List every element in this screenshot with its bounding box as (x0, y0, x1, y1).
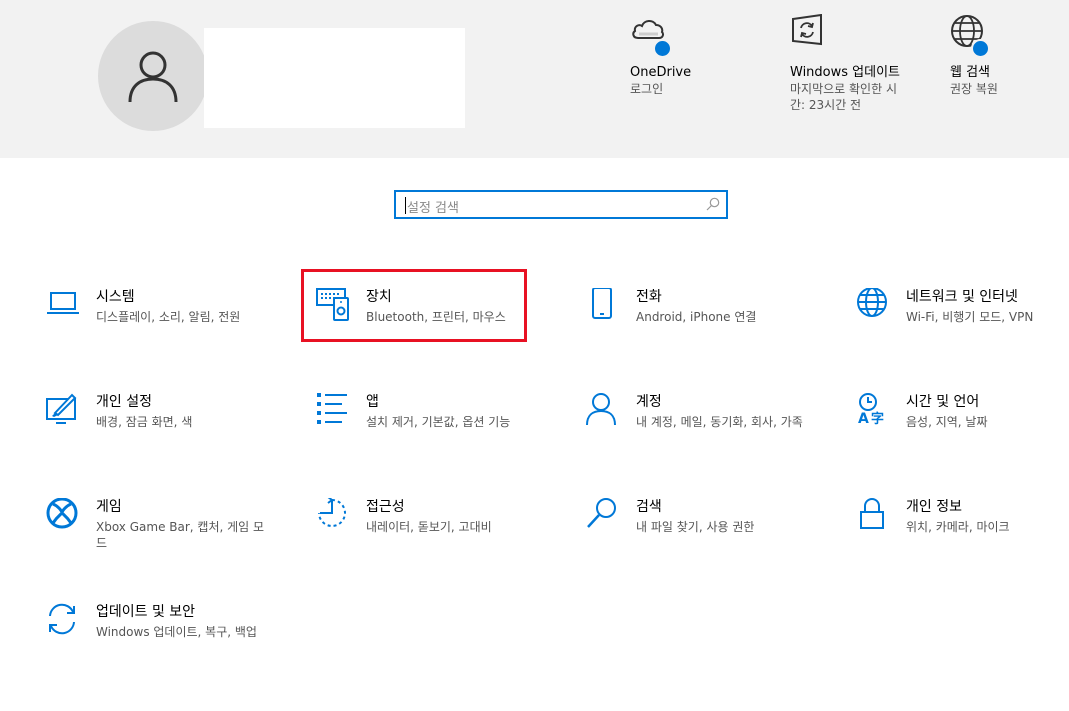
search-icon (587, 498, 616, 528)
search-placeholder: 설정 검색 (407, 201, 459, 216)
category-gaming[interactable]: 게임 Xbox Game Bar, 캡처, 게임 모드 (46, 498, 296, 568)
apps-list-icon (317, 393, 347, 424)
category-subtitle: 내 파일 찾기, 사용 권한 (636, 520, 755, 534)
category-title: 업데이트 및 보안 (96, 604, 196, 620)
category-subtitle: 위치, 카메라, 마이크 (906, 520, 1010, 534)
category-title: 시간 및 언어 (906, 394, 980, 410)
highlight-box (301, 269, 527, 342)
category-accounts[interactable]: 계정 내 계정, 메일, 동기화, 회사, 가족 (586, 393, 836, 463)
globe-icon (950, 12, 990, 58)
web-search-sub: 권장 복원 (950, 82, 998, 96)
svg-text:A: A (858, 411, 869, 427)
onedrive-cloud-icon (630, 12, 672, 58)
category-time-language[interactable]: A 字 시간 및 언어 음성, 지역, 날짜 (856, 393, 1069, 463)
category-personalization[interactable]: 개인 설정 배경, 잠금 화면, 색 (46, 393, 296, 463)
user-avatar[interactable] (98, 21, 208, 131)
user-avatar-icon (128, 51, 178, 103)
category-title: 시스템 (96, 289, 135, 305)
category-network[interactable]: 네트워크 및 인터넷 Wi-Fi, 비행기 모드, VPN (856, 288, 1069, 358)
category-subtitle: 설치 제거, 기본값, 옵션 기능 (366, 415, 511, 429)
category-title: 앱 (366, 394, 379, 410)
onedrive-sub: 로그인 (630, 82, 664, 96)
category-title: 개인 정보 (906, 499, 962, 515)
category-update-security[interactable]: 업데이트 및 보안 Windows 업데이트, 복구, 백업 (46, 603, 296, 673)
category-ease-of-access[interactable]: 접근성 내레이터, 돋보기, 고대비 (316, 498, 566, 568)
status-dot (653, 39, 672, 58)
category-subtitle: 음성, 지역, 날짜 (906, 415, 988, 429)
globe-icon (857, 288, 887, 317)
laptop-icon (47, 292, 79, 314)
search-icon (706, 197, 720, 211)
user-name-box (204, 28, 465, 128)
category-phone[interactable]: 전화 Android, iPhone 연결 (586, 288, 836, 358)
category-title: 접근성 (366, 499, 405, 515)
status-dot (971, 39, 990, 58)
category-title: 전화 (636, 289, 662, 305)
lock-icon (860, 498, 884, 529)
category-search[interactable]: 검색 내 파일 찾기, 사용 권한 (586, 498, 836, 568)
category-subtitle: 디스플레이, 소리, 알림, 전원 (96, 310, 241, 324)
category-subtitle: Xbox Game Bar, 캡처, 게임 모드 (96, 520, 265, 550)
web-search-item[interactable]: 웹 검색 권장 복원 (950, 12, 998, 97)
settings-search-box[interactable]: 설정 검색 (394, 190, 728, 219)
personalization-icon (46, 393, 77, 424)
ease-of-access-icon (318, 498, 346, 527)
update-icon (49, 603, 75, 635)
web-search-title: 웹 검색 (950, 65, 991, 80)
category-privacy[interactable]: 개인 정보 위치, 카메라, 마이크 (856, 498, 1069, 568)
windows-update-title: Windows 업데이트 (790, 65, 901, 80)
category-subtitle: 배경, 잠금 화면, 색 (96, 415, 193, 429)
text-caret (405, 197, 406, 214)
time-language-icon: A 字 (858, 393, 884, 427)
category-title: 검색 (636, 499, 662, 515)
person-icon (586, 393, 616, 426)
account-header: OneDrive 로그인 Windows 업데이트 마지막으로 확인한 시간: … (0, 0, 1069, 158)
windows-update-item[interactable]: Windows 업데이트 마지막으로 확인한 시간: 23시간 전 (790, 12, 905, 113)
onedrive-item[interactable]: OneDrive 로그인 (630, 12, 691, 97)
category-subtitle: Windows 업데이트, 복구, 백업 (96, 625, 257, 639)
category-title: 계정 (636, 394, 662, 410)
windows-update-sub: 마지막으로 확인한 시간: 23시간 전 (790, 82, 897, 112)
category-subtitle: 내 계정, 메일, 동기화, 회사, 가족 (636, 415, 803, 429)
onedrive-title: OneDrive (630, 65, 692, 80)
phone-icon (592, 288, 612, 319)
svg-text:字: 字 (871, 411, 884, 427)
category-subtitle: Android, iPhone 연결 (636, 310, 757, 324)
category-subtitle: 내레이터, 돋보기, 고대비 (366, 520, 492, 534)
windows-update-icon (790, 12, 830, 52)
category-title: 게임 (96, 499, 122, 515)
category-title: 네트워크 및 인터넷 (906, 289, 1018, 305)
category-apps[interactable]: 앱 설치 제거, 기본값, 옵션 기능 (316, 393, 566, 463)
category-system[interactable]: 시스템 디스플레이, 소리, 알림, 전원 (46, 288, 296, 358)
category-title: 개인 설정 (96, 394, 152, 410)
category-subtitle: Wi-Fi, 비행기 모드, VPN (906, 310, 1034, 324)
xbox-icon (46, 498, 78, 529)
